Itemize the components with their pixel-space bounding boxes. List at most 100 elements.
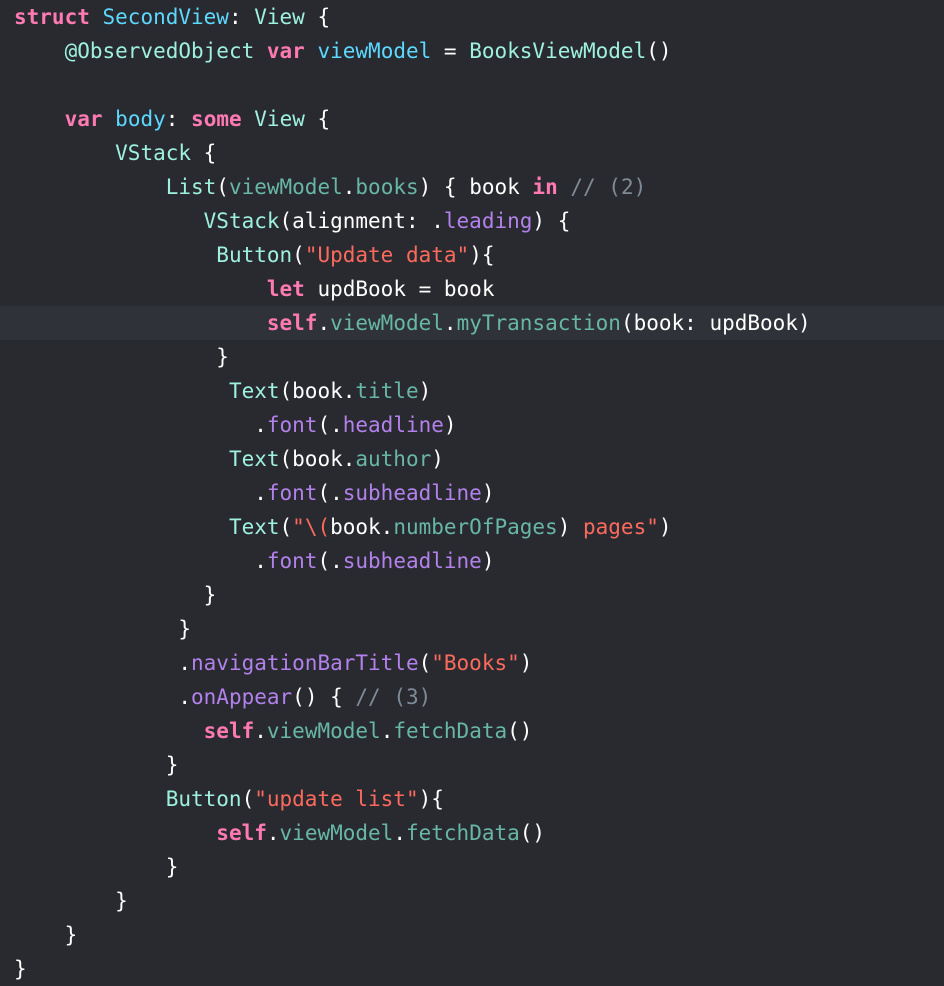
code-line[interactable]: } (0, 578, 944, 612)
code-line[interactable]: } (0, 340, 944, 374)
code-token: onAppear (191, 685, 293, 709)
code-token: { (304, 107, 331, 131)
code-line[interactable]: .font(.subheadline) (0, 544, 944, 578)
code-token: leading (443, 209, 533, 233)
code-line[interactable]: VStack(alignment: .leading) { (0, 204, 944, 238)
code-line[interactable]: .font(.headline) (0, 408, 944, 442)
code-token: // (3) (355, 685, 432, 709)
code-token: ) (443, 413, 457, 437)
code-line[interactable]: List(viewModel.books) { book in // (2) (0, 170, 944, 204)
code-token: ( (216, 175, 229, 199)
code-token: View (254, 5, 305, 29)
code-token: } (14, 923, 78, 947)
code-token: } (14, 753, 179, 777)
code-token: . (443, 311, 457, 335)
code-token: ) (519, 651, 533, 675)
code-token: } (14, 617, 192, 641)
code-token: var (266, 39, 305, 63)
code-token: self (266, 311, 318, 335)
code-line[interactable]: let updBook = book (0, 272, 944, 306)
code-token: List (165, 175, 217, 199)
code-line[interactable]: } (0, 748, 944, 782)
code-token: var (64, 107, 103, 131)
code-line[interactable]: .font(.subheadline) (0, 476, 944, 510)
code-token: ) (658, 515, 672, 539)
code-line[interactable]: self.viewModel.myTransaction(book: updBo… (0, 306, 944, 340)
code-line[interactable]: Button("update list"){ (0, 782, 944, 816)
code-token: () { (292, 685, 356, 709)
code-token: subheadline (342, 549, 482, 573)
code-line[interactable]: @ObservedObject var viewModel = BooksVie… (0, 34, 944, 68)
code-token: () (519, 821, 546, 845)
code-line[interactable] (0, 68, 944, 102)
code-token: VStack (115, 141, 192, 165)
code-token: viewModel (228, 175, 343, 199)
code-token: author (355, 447, 432, 471)
code-line[interactable]: } (0, 952, 944, 986)
code-token: Button (165, 787, 242, 811)
code-token: self (203, 719, 255, 743)
code-line[interactable]: Text(book.title) (0, 374, 944, 408)
code-token: ( (241, 787, 255, 811)
code-line[interactable]: self.viewModel.fetchData() (0, 714, 944, 748)
code-token: body (115, 107, 166, 131)
code-token: : (165, 107, 192, 131)
code-token: headline (342, 413, 444, 437)
code-line[interactable]: var body: some View { (0, 102, 944, 136)
code-token: struct (14, 5, 90, 29)
code-token: ) (557, 515, 571, 539)
code-line[interactable]: .onAppear() { // (3) (0, 680, 944, 714)
code-editor[interactable]: struct SecondView: View { @ObservedObjec… (0, 0, 944, 981)
code-token: myTransaction (456, 311, 621, 335)
code-token: } (14, 957, 27, 981)
code-token: . (393, 821, 406, 845)
code-token: = (431, 39, 470, 63)
code-token: book. (330, 515, 394, 539)
code-token: (alignment: . (279, 209, 444, 233)
code-token: { (191, 141, 217, 165)
code-token: . (254, 719, 267, 743)
code-token: . (317, 311, 331, 335)
code-line[interactable]: .navigationBarTitle("Books") (0, 646, 944, 680)
code-line[interactable]: self.viewModel.fetchData() (0, 816, 944, 850)
code-token: (book: updBook) (620, 311, 811, 335)
code-token: () (646, 39, 672, 63)
code-token: . (14, 413, 267, 437)
code-token: navigationBarTitle (191, 651, 419, 675)
code-line[interactable]: } (0, 850, 944, 884)
code-token: ) { book (418, 175, 533, 199)
code-token: Text (228, 447, 280, 471)
code-line[interactable]: } (0, 918, 944, 952)
code-token: ){ (469, 243, 495, 267)
code-token: BooksViewModel (469, 39, 647, 63)
code-token: } (14, 889, 128, 913)
code-token: title (355, 379, 419, 403)
code-token: ) (481, 481, 495, 505)
code-line[interactable]: } (0, 612, 944, 646)
code-token: { (304, 5, 331, 29)
code-token: Button (216, 243, 293, 267)
code-token: @ObservedObject (64, 39, 255, 63)
code-token: : (228, 5, 255, 29)
code-token: font (266, 549, 318, 573)
code-token: } (14, 855, 179, 879)
code-line[interactable]: Button("Update data"){ (0, 238, 944, 272)
code-line[interactable]: struct SecondView: View { (0, 0, 944, 34)
code-line[interactable]: Text("\(book.numberOfPages) pages") (0, 510, 944, 544)
code-line[interactable]: Text(book.author) (0, 442, 944, 476)
code-token: books (355, 175, 419, 199)
code-token: ) { (532, 209, 571, 233)
code-token: . (14, 481, 267, 505)
code-token: pages" (570, 515, 659, 539)
code-line[interactable]: VStack { (0, 136, 944, 170)
code-line[interactable]: } (0, 884, 944, 918)
code-token: (. (317, 549, 343, 573)
code-token: . (342, 175, 356, 199)
